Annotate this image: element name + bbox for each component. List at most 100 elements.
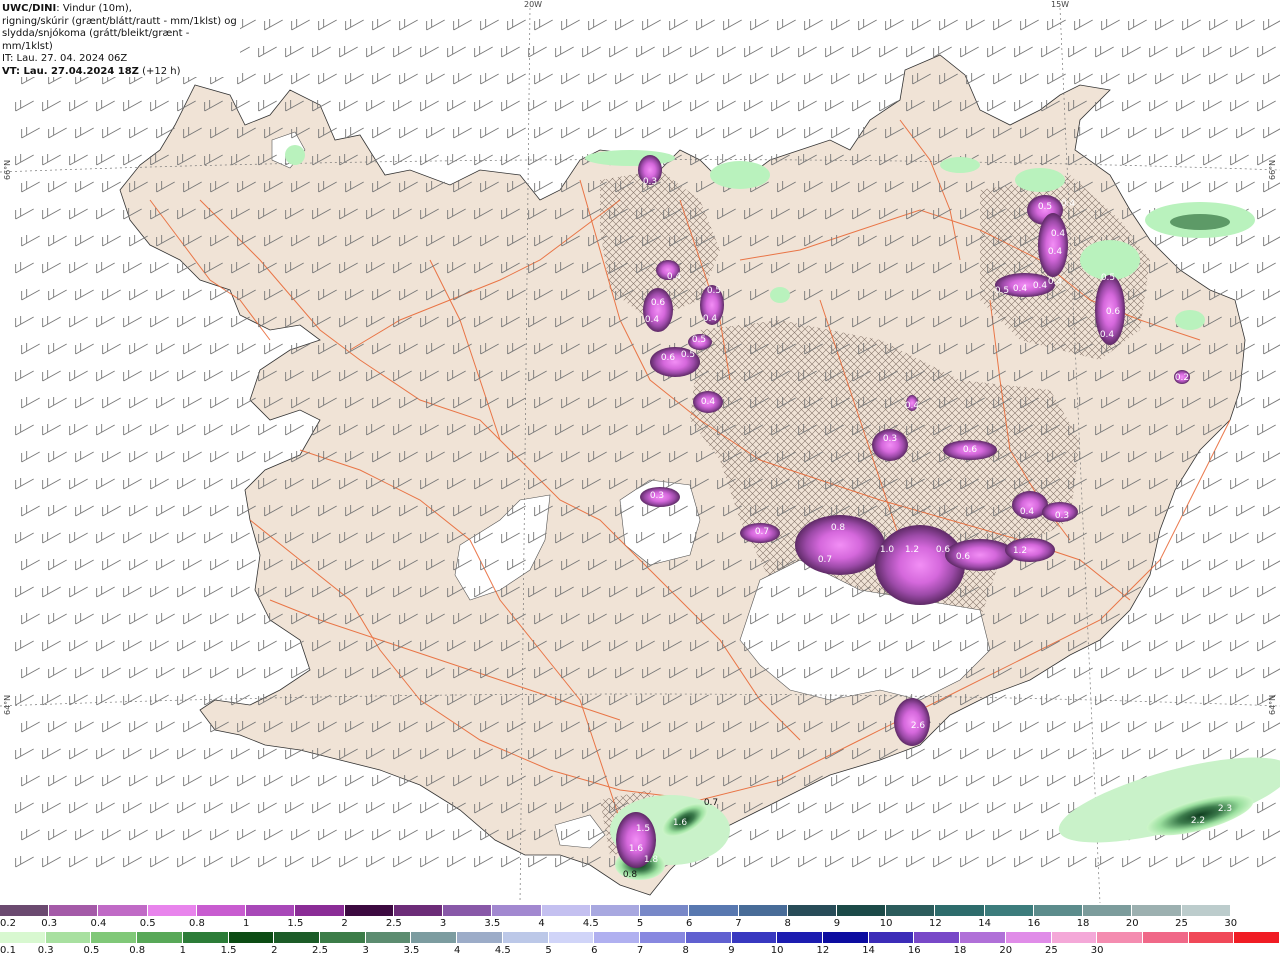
precip-label: 0.4 (1033, 281, 1048, 291)
colorbar-swatch (98, 905, 148, 916)
colorbar-swatch (45, 932, 92, 943)
colorbar-swatch (787, 905, 837, 916)
colorbar-swatch (1083, 905, 1133, 916)
precip-label: 0.4 (1013, 284, 1028, 294)
precip-label: 1.2 (905, 545, 919, 555)
colorbar-tick: 0.5 (139, 918, 156, 929)
colorbar-swatch (886, 905, 936, 916)
colorbar-tick: 4 (453, 945, 461, 956)
legend-line-2: rigning/skúrir (grænt/blátt/rautt - mm/1… (2, 15, 237, 27)
colorbar-rain-ticks: 0.1 0.3 0.5 0.8 1 1.5 2 2.5 3 3.5 4 4.5 5 6 7 8 9 10 12 14 1… (0, 945, 1280, 957)
precip-label: 0.5 (692, 335, 706, 345)
colorbar-swatch (590, 905, 641, 916)
colorbar-swatch (147, 905, 197, 916)
precip-label: 0.5 (707, 286, 721, 296)
precip-label: 0.4 (645, 315, 660, 325)
colorbar-tick: 1 (242, 918, 250, 929)
colorbar-tick: 3 (439, 918, 447, 929)
weather-map: 0.3 0.4 0.5 0.6 0.4 0.4 0.6 0.5 0.5 0.4 … (0, 0, 1280, 903)
colorbar-swatch (228, 932, 275, 943)
colorbar-swatch (49, 905, 99, 916)
legend-line-5: VT: Lau. 27.04.2024 18Z (+12 h) (2, 65, 181, 77)
precip-label: 0.7 (818, 555, 832, 565)
colorbar-swatch (548, 932, 595, 943)
colorbar-tick: 0.1 (0, 945, 16, 956)
colorbar-tick: 0.5 (83, 945, 100, 956)
colorbar-tick: 14 (862, 945, 875, 956)
precip-label: 1.5 (636, 824, 650, 834)
colorbar-tick: 2.5 (385, 918, 402, 929)
colorbar-swatch (1097, 932, 1143, 943)
colorbar-tick: 16 (1027, 918, 1041, 929)
precip-label: 1.6 (629, 844, 644, 854)
colorbar-swatch (457, 932, 503, 943)
colorbar-swatch (594, 932, 641, 943)
colorbar-swatch (91, 932, 138, 943)
precip-label: 0.6 (963, 445, 978, 455)
colorbar-swatch (1142, 932, 1189, 943)
precip-label: 2.3 (1218, 804, 1232, 814)
colorbar-snow-ticks: 0.2 0.3 0.4 0.5 0.8 1 1.5 2 2.5 3 3.5 4 4.5 5 6 7 8 9 10 12… (0, 918, 1280, 930)
colorbar-tick: 0.4 (90, 918, 107, 929)
colorbar-swatch (365, 932, 412, 943)
colorbar-swatch (246, 905, 296, 916)
precip-label: 0.4 (1048, 247, 1063, 257)
lon-label-20w: 20W (524, 0, 543, 9)
precip-label: 0.3 (650, 491, 664, 501)
precip-label: 0.4 (1048, 277, 1063, 287)
colorbar-tick: 0.3 (37, 945, 54, 956)
precip-label: 1.8 (644, 855, 659, 865)
precip-label: 0.6 (936, 545, 951, 555)
colorbar-swatch (411, 932, 458, 943)
colorbar-swatch (320, 932, 366, 943)
colorbar-tick: 3.5 (484, 918, 501, 929)
legend-line-3: slydda/snjókoma (grátt/bleikt/grænt - mm… (2, 28, 190, 52)
legend-line-1: UWC/DINI: Vindur (10m), (2, 3, 132, 14)
colorbar-swatch (1181, 905, 1231, 916)
precip-label: 2.6 (911, 721, 926, 731)
precip-label: 1.0 (880, 545, 895, 555)
colorbar-swatch (1005, 932, 1052, 943)
colorbar-tick: 6 (686, 918, 693, 929)
colorbar-tick: 4.5 (582, 918, 599, 929)
colorbar-tick: 10 (770, 945, 784, 956)
colorbar-tick: 4 (538, 918, 545, 929)
colorbar-swatch (640, 932, 686, 943)
colorbar-snow (0, 905, 1280, 916)
precip-label: 0.4 (667, 272, 682, 282)
colorbar-swatch (640, 905, 690, 916)
precip-label: 1.6 (673, 818, 688, 828)
precip-label: 0.7 (704, 798, 718, 808)
colorbar-tick: 8 (784, 918, 791, 929)
colorbar-tick: 10 (879, 918, 893, 929)
precip-label: 0.2 (1175, 373, 1189, 383)
colorbar-tick: 25 (1045, 945, 1058, 956)
precip-label: 0.6 (1106, 307, 1121, 317)
colorbar-tick: 8 (682, 945, 689, 956)
colorbar-tick: 30 (1090, 945, 1104, 956)
colorbar-swatch (836, 905, 887, 916)
colorbar-tick: 7 (735, 918, 742, 929)
colorbar-swatch (393, 905, 444, 916)
precip-label: 0.3 (883, 434, 897, 444)
precip-label: 0.3 (1055, 511, 1069, 521)
lat-label-66n-right: 66°N (1268, 159, 1277, 180)
colorbar-tick: 30 (1224, 918, 1238, 929)
colorbar-tick: 20 (1125, 918, 1139, 929)
colorbar-tick: 4.5 (494, 945, 511, 956)
colorbar-tick: 5 (636, 918, 644, 929)
colorbar-tick: 2 (271, 945, 278, 956)
precip-label: 1.2 (1013, 546, 1027, 556)
colorbar-swatch (1132, 905, 1182, 916)
colorbar-tick: 9 (728, 945, 735, 956)
colorbar-tick: 2 (341, 918, 348, 929)
colorbar-swatch (274, 932, 321, 943)
colorbar-tick: 7 (636, 945, 644, 956)
precip-label: 0.4 (1061, 199, 1076, 209)
colorbar-swatch (1188, 932, 1235, 943)
colorbar-tick: 0.8 (129, 945, 146, 956)
lat-label-64n-right: 64°N (1268, 694, 1277, 715)
colorbar-tick: 3 (362, 945, 369, 956)
colorbar-swatch (344, 905, 394, 916)
colorbar-tick: 1 (179, 945, 187, 956)
